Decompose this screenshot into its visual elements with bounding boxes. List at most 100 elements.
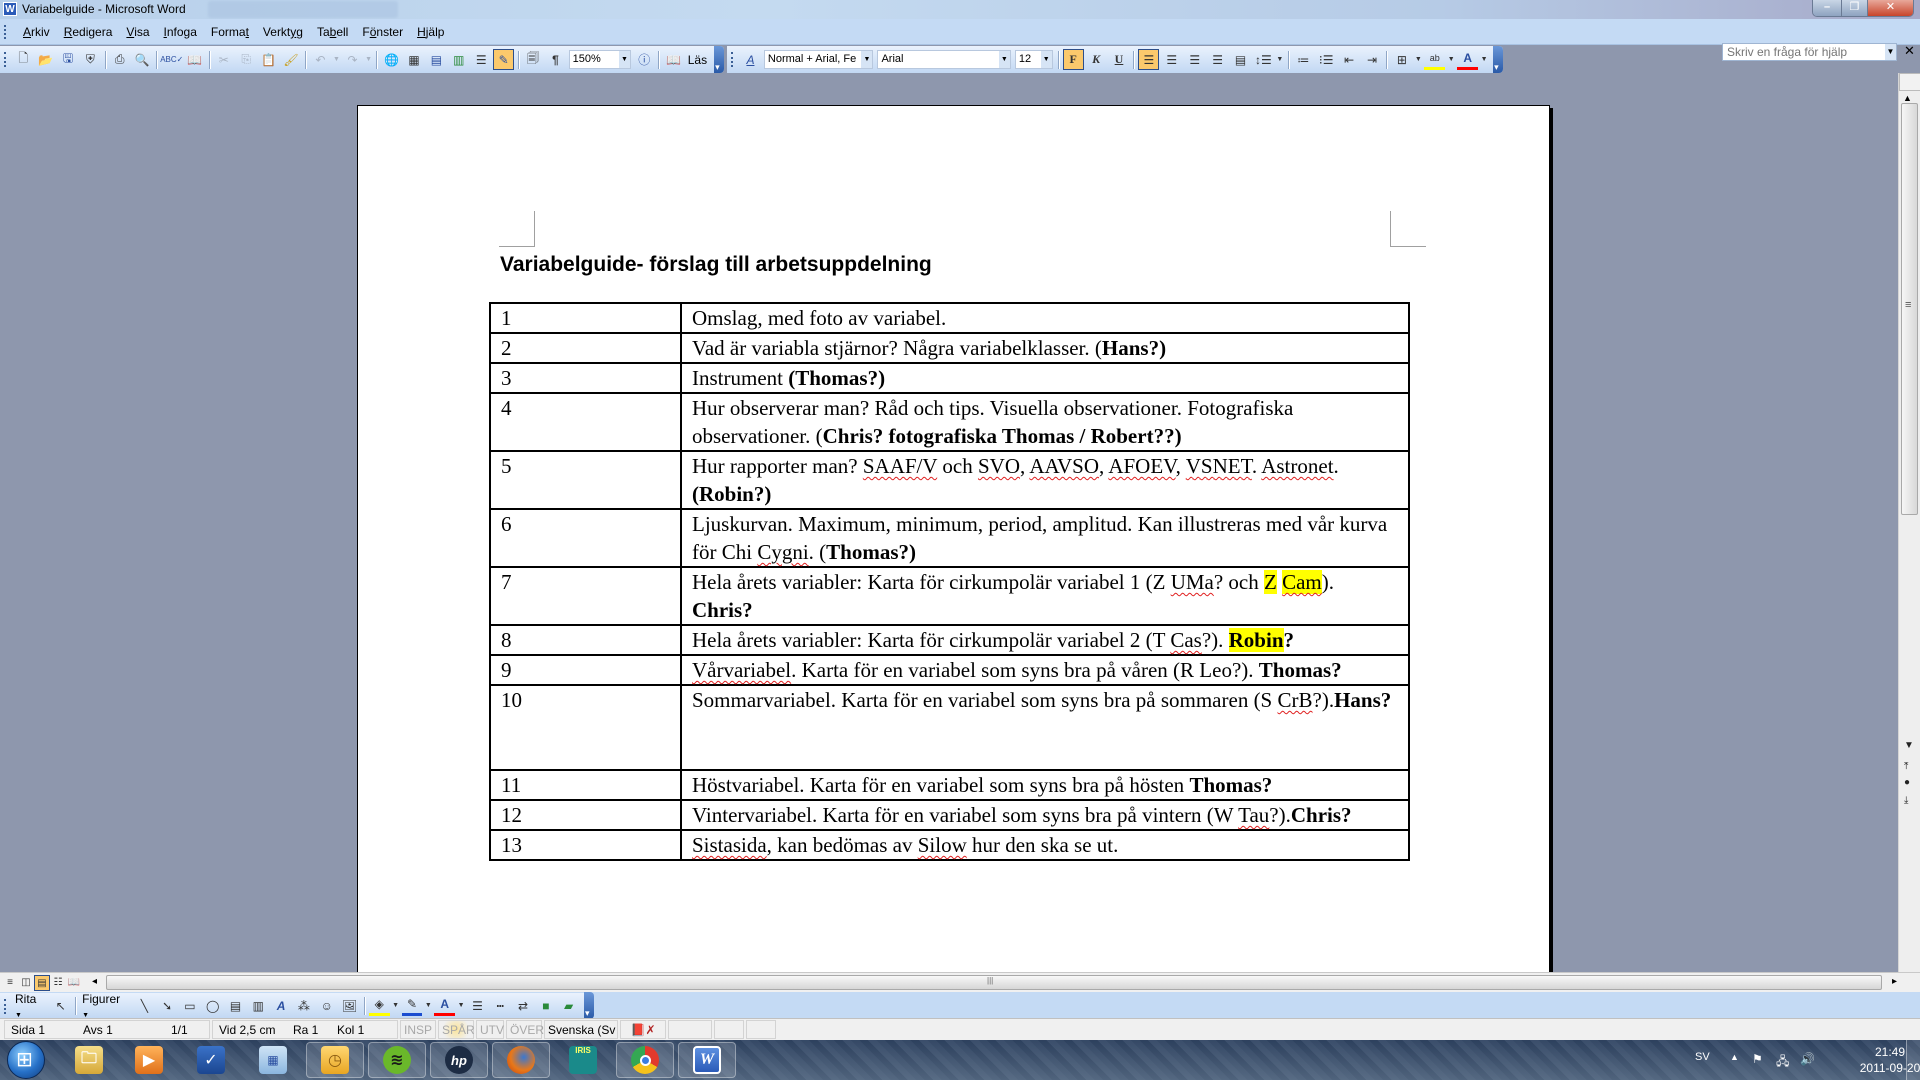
start-button[interactable] — [7, 1041, 45, 1079]
menu-tabell[interactable]: Tabell — [310, 25, 355, 39]
document-page[interactable]: Variabelguide- förslag till arbetsuppdel… — [357, 105, 1550, 972]
autoshapes-menu-button[interactable]: Figurer ▼ — [82, 992, 130, 1020]
menu-verktyg[interactable]: Verktyg — [256, 25, 310, 39]
row-number-cell[interactable]: 12 — [489, 799, 682, 831]
row-description-cell[interactable]: Hur rapporter man? SAAF/V och SVO, AAVSO… — [680, 450, 1410, 510]
row-description-cell[interactable]: Sistasida, kan bedömas av Silow hur den … — [680, 829, 1410, 861]
taskbar-windows-explorer[interactable]: 🗀 — [60, 1042, 118, 1078]
row-number-cell[interactable]: 2 — [489, 332, 682, 364]
select-objects-icon[interactable]: ↖ — [50, 995, 71, 1016]
menu-grip[interactable] — [4, 25, 7, 39]
volume-icon[interactable]: 🔊 — [1800, 1052, 1815, 1066]
row-number-cell[interactable]: 11 — [489, 769, 682, 801]
open-folder-icon[interactable]: 📂 — [35, 49, 55, 70]
next-page-icon[interactable]: ⤓ — [1904, 795, 1908, 806]
menu-visa[interactable]: Visa — [119, 25, 156, 39]
help-search-input[interactable] — [1722, 43, 1897, 61]
cut-icon[interactable]: ✂ — [214, 49, 234, 70]
columns-icon[interactable]: ☰ — [471, 49, 491, 70]
arrow-style-icon[interactable]: ⇄ — [513, 995, 534, 1016]
show-desktop-button[interactable] — [1906, 1040, 1920, 1080]
justify-icon[interactable]: ☰ — [1207, 49, 1228, 70]
row-description-cell[interactable]: Hela årets variabler: Karta för cirkumpo… — [680, 566, 1410, 626]
styles-formatting-icon[interactable]: A — [740, 49, 761, 70]
status-position-info[interactable]: Vid 2,5 cm Ra 1 Kol 1 — [212, 1020, 398, 1039]
highlight-dropdown-icon[interactable]: ▼ — [1447, 49, 1455, 70]
insert-table-icon[interactable]: ▤ — [426, 49, 446, 70]
maximize-button[interactable]: ❐ — [1841, 0, 1867, 16]
table-row[interactable]: 11 Höstvariabel. Karta för en variabel so… — [489, 769, 1410, 801]
row-description-cell[interactable]: Ljuskurvan. Maximum, minimum, period, am… — [680, 508, 1410, 568]
taskbar-iris[interactable]: IRIS — [554, 1042, 612, 1078]
paste-icon[interactable]: 📋 — [258, 49, 278, 70]
close-button[interactable]: ✕ — [1867, 0, 1913, 16]
permission-icon[interactable]: ⛨ — [80, 49, 100, 70]
row-description-cell[interactable]: Instrument (Thomas?) — [680, 362, 1410, 394]
row-description-cell[interactable]: Hur observerar man? Råd och tips. Visuel… — [680, 392, 1410, 452]
toolbar-options-button[interactable] — [714, 46, 724, 73]
zoom-select[interactable]: 150% ▼ — [568, 50, 631, 69]
print-layout-icon[interactable]: ▤ — [34, 975, 50, 991]
vertical-scroll-thumb[interactable] — [1901, 103, 1918, 515]
minimize-button[interactable]: – — [1813, 0, 1841, 16]
insert-excel-icon[interactable]: ▥ — [449, 49, 469, 70]
row-description-cell[interactable]: Vintervariabel. Karta för en variabel so… — [680, 799, 1410, 831]
font-color-icon[interactable]: A — [1457, 49, 1479, 70]
3d-style-icon[interactable]: ▰ — [558, 995, 579, 1016]
row-number-cell[interactable]: 10 — [489, 684, 682, 771]
increase-indent-icon[interactable]: ⇥ — [1362, 49, 1383, 70]
insert-picture-icon[interactable]: 🖼 — [339, 995, 360, 1016]
taskbar-outlook[interactable]: ◷ — [306, 1042, 364, 1078]
scroll-left-icon[interactable]: ◂ — [92, 976, 97, 987]
toolbar-grip[interactable] — [4, 52, 7, 67]
fill-dropdown-icon[interactable]: ▼ — [392, 995, 400, 1016]
reading-layout-icon[interactable]: 📖 — [663, 49, 683, 70]
redo-icon[interactable]: ↷ — [342, 49, 362, 70]
table-row[interactable]: 7 Hela årets variabler: Karta för cirkump… — [489, 566, 1410, 626]
table-row[interactable]: 12 Vintervariabel. Karta för en variabel … — [489, 799, 1410, 831]
status-track-changes[interactable]: SPÅR — [438, 1020, 475, 1039]
line-style-icon[interactable]: ☰ — [467, 995, 488, 1016]
table-row[interactable]: 5 Hur rapporter man? SAAF/V och SVO, AAVS… — [489, 450, 1410, 510]
taskbar-spotify[interactable]: ≋ — [368, 1042, 426, 1078]
menu-redigera[interactable]: Redigera — [57, 25, 120, 39]
scroll-up-icon[interactable]: ▲ — [1903, 93, 1912, 103]
bold-button[interactable]: F — [1062, 49, 1084, 70]
help-dropdown-icon[interactable]: ▼ — [1885, 44, 1896, 60]
show-hidden-icons-icon[interactable]: ▲ — [1730, 1052, 1739, 1062]
toolbar-grip[interactable] — [731, 52, 734, 67]
taskbar-calculator[interactable]: ▦ — [244, 1042, 302, 1078]
font-select[interactable]: Arial ▼ — [877, 50, 1011, 69]
browse-object-icon[interactable]: ● — [1904, 777, 1910, 788]
show-formatting-icon[interactable]: ¶ — [545, 49, 565, 70]
wordart-icon[interactable]: A — [271, 995, 292, 1016]
menu-hjälp[interactable]: Hjälp — [410, 25, 451, 39]
document-heading[interactable]: Variabelguide- förslag till arbetsuppdel… — [500, 253, 932, 277]
table-row[interactable]: 13 Sistasida, kan bedömas av Silow hur de… — [489, 829, 1410, 861]
row-number-cell[interactable]: 5 — [489, 450, 682, 510]
web-layout-icon[interactable]: ◫ — [18, 975, 34, 991]
help-icon[interactable]: ⓘ — [634, 49, 654, 70]
scroll-down-icon[interactable]: ▼ — [1904, 740, 1914, 751]
line-spacing-dropdown-icon[interactable]: ▼ — [1276, 49, 1284, 70]
undo-icon[interactable]: ↶ — [310, 49, 330, 70]
oval-icon[interactable]: ◯ — [202, 995, 223, 1016]
table-row[interactable]: 1 Omslag, med foto av variabel. — [489, 302, 1410, 334]
tables-borders-icon[interactable]: ▦ — [404, 49, 424, 70]
language-indicator[interactable]: SV — [1695, 1051, 1710, 1063]
toolbar-grip[interactable] — [4, 999, 7, 1014]
reading-layout-icon[interactable]: 📖 — [66, 975, 82, 991]
row-description-cell[interactable]: Omslag, med foto av variabel. — [680, 302, 1410, 334]
row-number-cell[interactable]: 7 — [489, 566, 682, 626]
line-icon[interactable]: ╲ — [134, 995, 155, 1016]
italic-button[interactable]: K — [1086, 49, 1107, 70]
font-size-select[interactable]: 12 ▼ — [1014, 50, 1053, 69]
action-center-flag-icon[interactable]: ⚑ — [1752, 1052, 1763, 1066]
copy-icon[interactable]: ⎘ — [236, 49, 256, 70]
status-extend[interactable]: UTV — [476, 1020, 504, 1039]
font-color-icon[interactable]: A — [434, 995, 456, 1016]
assignment-table[interactable]: 1 Omslag, med foto av variabel. 2 Vad är va… — [489, 302, 1410, 861]
line-spacing-icon[interactable]: ↕☰ — [1253, 49, 1274, 70]
borders-dropdown-icon[interactable]: ▼ — [1414, 49, 1422, 70]
text-box-icon[interactable]: ▤ — [225, 995, 246, 1016]
